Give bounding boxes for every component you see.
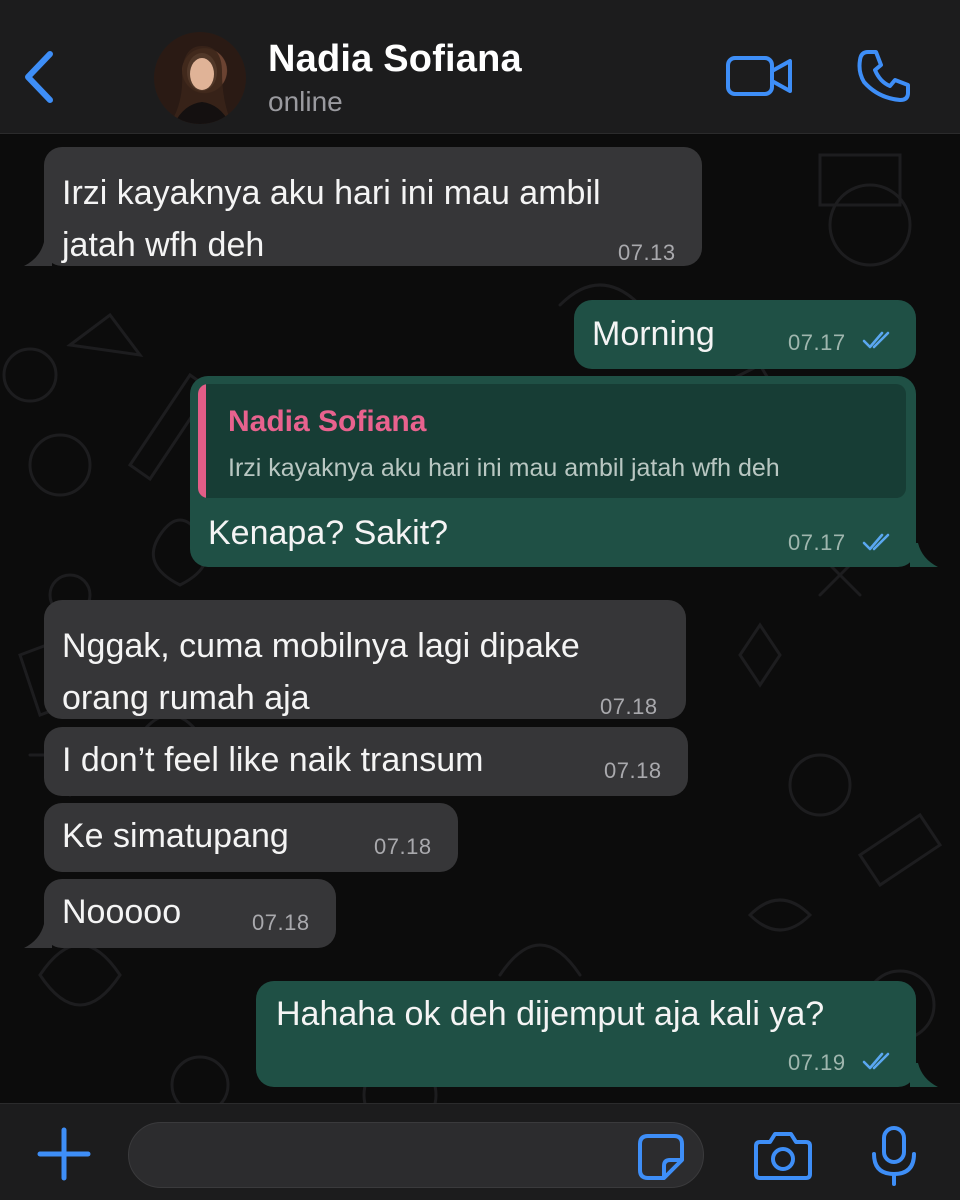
message-bubble-incoming[interactable]: Ke simatupang 07.18	[44, 803, 458, 872]
message-time: 07.18	[252, 910, 310, 935]
camera-icon[interactable]	[752, 1130, 814, 1182]
message-bubble-outgoing[interactable]: Hahaha ok deh dijemput aja kali ya? 07.1…	[256, 981, 916, 1087]
message-text: Morning	[592, 315, 715, 353]
message-text: orang rumah aja	[62, 679, 310, 717]
contact-name[interactable]: Nadia Sofiana	[268, 38, 522, 81]
quoted-message[interactable]: Nadia Sofiana Irzi kayaknya aku hari ini…	[198, 384, 906, 498]
avatar-photo	[170, 46, 232, 124]
message-time: 07.13	[618, 240, 676, 265]
message-time: 07.18	[600, 694, 658, 719]
read-receipt-icon	[862, 1052, 890, 1070]
message-time: 07.17	[788, 330, 846, 355]
message-text: Nggak, cuma mobilnya lagi dipake	[62, 627, 580, 665]
video-camera-icon[interactable]	[724, 52, 796, 100]
message-text: Nooooo	[62, 893, 182, 931]
message-bubble-incoming[interactable]: I don’t feel like naik transum 07.18	[44, 727, 688, 796]
contact-avatar[interactable]	[154, 32, 246, 124]
message-bubble-incoming[interactable]: Nggak, cuma mobilnya lagi dipake orang r…	[44, 600, 686, 719]
plus-icon[interactable]	[36, 1126, 92, 1182]
contact-status: online	[268, 86, 343, 117]
message-composer	[0, 1103, 960, 1200]
chat-area[interactable]: Irzi kayaknya aku hari ini mau ambil jat…	[0, 135, 960, 1103]
read-receipt-icon	[862, 533, 890, 551]
read-receipt-icon	[862, 331, 890, 349]
message-time: 07.18	[374, 834, 432, 859]
message-time: 07.19	[788, 1050, 846, 1075]
sticker-icon[interactable]	[636, 1132, 686, 1182]
message-text: Hahaha ok deh dijemput aja kali ya?	[276, 995, 825, 1033]
bubble-tail	[910, 543, 938, 567]
chat-header: Nadia Sofiana online	[0, 0, 960, 134]
message-time: 07.18	[604, 758, 662, 783]
bubble-tail	[24, 242, 52, 266]
phone-icon[interactable]	[854, 46, 914, 106]
bubble-tail	[24, 924, 52, 948]
microphone-icon[interactable]	[868, 1124, 920, 1188]
message-text: Kenapa? Sakit?	[208, 514, 449, 552]
message-bubble-incoming[interactable]: Irzi kayaknya aku hari ini mau ambil jat…	[44, 147, 702, 266]
message-bubble-outgoing[interactable]: Morning 07.17	[574, 300, 916, 369]
message-bubble-incoming[interactable]: Nooooo 07.18	[44, 879, 336, 948]
message-text: I don’t feel like naik transum	[62, 741, 484, 779]
quoted-author: Nadia Sofiana	[228, 405, 427, 438]
message-input[interactable]	[128, 1122, 704, 1188]
message-bubble-outgoing-reply[interactable]: Nadia Sofiana Irzi kayaknya aku hari ini…	[190, 376, 916, 567]
message-time: 07.17	[788, 530, 846, 555]
back-chevron-icon[interactable]	[18, 46, 62, 108]
quote-accent-bar	[198, 384, 206, 498]
message-text: Ke simatupang	[62, 817, 289, 855]
quoted-text: Irzi kayaknya aku hari ini mau ambil jat…	[228, 454, 780, 482]
bubble-tail	[910, 1063, 938, 1087]
message-text: jatah wfh deh	[62, 226, 265, 264]
message-text: Irzi kayaknya aku hari ini mau ambil	[62, 174, 601, 212]
